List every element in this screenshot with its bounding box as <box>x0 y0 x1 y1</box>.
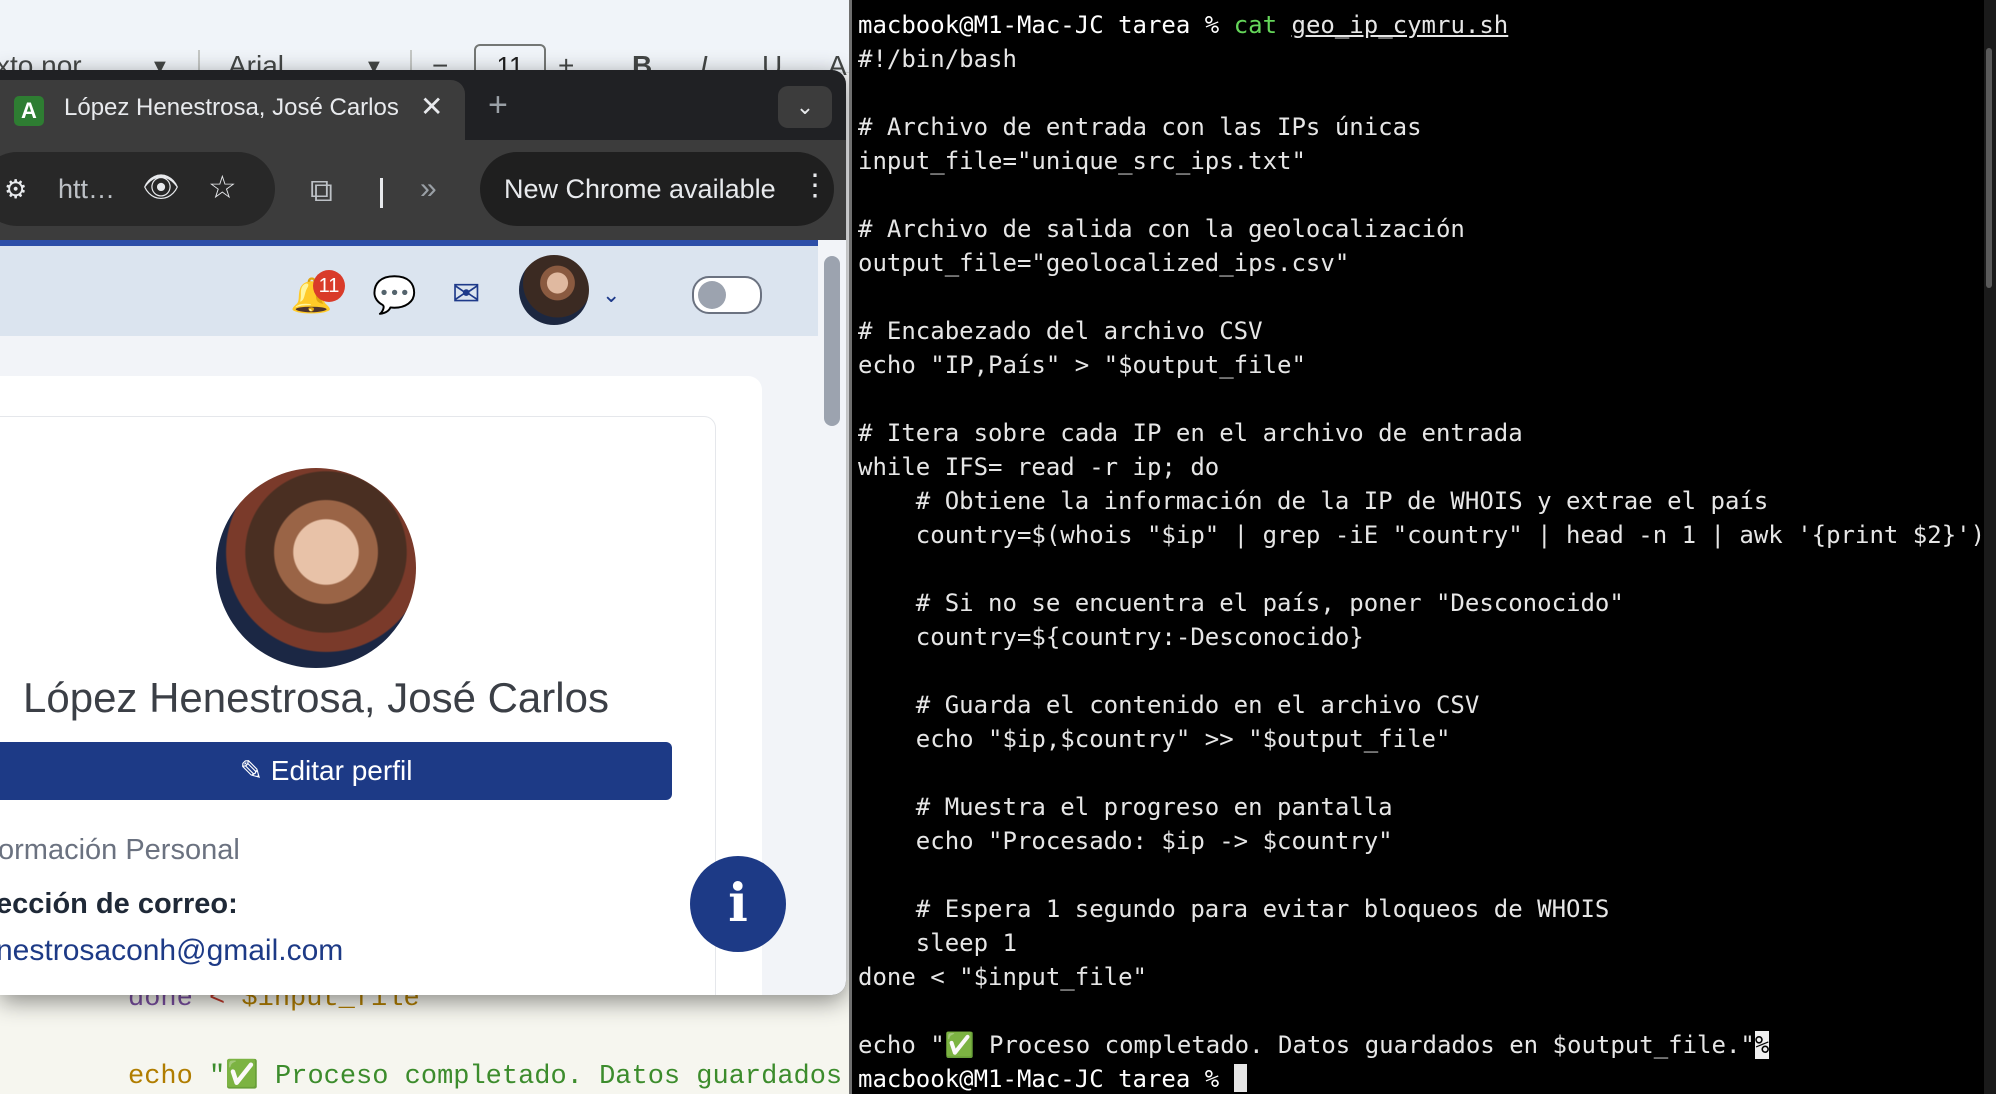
terminal-line: echo "IP,País" > "$output_file" <box>858 351 1306 379</box>
terminal-line: done < "$input_file" <box>858 963 1147 991</box>
command-argument[interactable]: geo_ip_cymru.sh <box>1292 11 1509 39</box>
favicon-icon: A <box>14 96 44 126</box>
terminal-line: echo "Procesado: $ip -> $country" <box>858 827 1393 855</box>
notification-badge: 11 <box>313 270 345 302</box>
terminal-line: # Archivo de entrada con las IPs únicas <box>858 113 1422 141</box>
new-tab-button[interactable]: + <box>488 88 508 122</box>
chrome-update-button[interactable]: New Chrome available ⋮ <box>480 152 834 226</box>
terminal-cursor <box>1233 1064 1247 1092</box>
terminal-line: sleep 1 <box>858 929 1017 957</box>
url-text[interactable]: htt… <box>58 174 115 205</box>
terminal-line: # Itera sobre cada IP en el archivo de e… <box>858 419 1523 447</box>
terminal-line: # Muestra el progreso en pantalla <box>858 793 1393 821</box>
script-content: #!/bin/bash # Archivo de entrada con las… <box>858 45 1985 1059</box>
eof-marker: % <box>1754 1031 1770 1059</box>
shell-prompt: macbook@M1-Mac-JC tarea % <box>858 11 1220 39</box>
email-label: ección de correo: <box>0 888 238 920</box>
address-bar[interactable]: ⚙ htt… 👁 ☆ <box>0 152 275 226</box>
theme-toggle[interactable] <box>692 276 762 314</box>
site-navbar: 🔔 11 💬 ✉ ⌄ <box>0 246 818 336</box>
page-scrollbar[interactable] <box>824 256 840 426</box>
terminal-scrollbar-thumb[interactable] <box>1986 48 1992 288</box>
info-button[interactable]: i <box>690 856 786 952</box>
terminal-output: macbook@M1-Mac-JC tarea % cat geo_ip_cym… <box>858 8 1985 1094</box>
code-line: echo "✅ Proceso completado. Datos guarda… <box>128 1062 843 1092</box>
terminal-line: # Archivo de salida con la geolocalizaci… <box>858 215 1465 243</box>
tab-search-button[interactable]: ⌄ <box>778 86 832 128</box>
shell-prompt: macbook@M1-Mac-JC tarea % <box>858 1065 1234 1093</box>
terminal-line: # Encabezado del archivo CSV <box>858 317 1263 345</box>
terminal-line: echo "✅ Proceso completado. Datos guarda… <box>858 1031 1755 1059</box>
more-extensions-icon[interactable]: » <box>420 172 437 206</box>
terminal-line: country=${country:-Desconocido} <box>858 623 1364 651</box>
terminal-line: # Obtiene la información de la IP de WHO… <box>858 487 1769 515</box>
chevron-down-icon[interactable]: ⌄ <box>602 282 620 308</box>
toggle-knob <box>698 281 726 309</box>
bookmark-star-icon[interactable]: ☆ <box>208 168 237 206</box>
terminal-line: # Si no se encuentra el país, poner "Des… <box>858 589 1624 617</box>
extensions-icon[interactable]: ⧉ <box>310 172 333 210</box>
close-icon[interactable]: ✕ <box>420 90 443 123</box>
terminal-line: # Guarda el contenido en el archivo CSV <box>858 691 1480 719</box>
terminal-line: macbook@M1-Mac-JC tarea % cat geo_ip_cym… <box>858 11 1508 39</box>
command-name: cat <box>1233 11 1278 39</box>
web-page: 🔔 11 💬 ✉ ⌄ López Henestrosa, José Carlos… <box>0 240 846 995</box>
edit-profile-button[interactable]: ✎ Editar perfil <box>0 742 672 800</box>
mail-icon[interactable]: ✉ <box>452 274 481 314</box>
profile-name: López Henestrosa, José Carlos <box>23 674 609 721</box>
terminal-window[interactable]: macbook@M1-Mac-JC tarea % cat geo_ip_cym… <box>849 0 1996 1094</box>
profile-photo <box>216 468 416 668</box>
terminal-line: # Espera 1 segundo para evitar bloqueos … <box>858 895 1610 923</box>
browser-toolbar: ⚙ htt… 👁 ☆ ⧉ » New Chrome available ⋮ <box>0 140 846 240</box>
site-settings-icon[interactable]: ⚙ <box>4 174 27 205</box>
terminal-line: output_file="geolocalized_ips.csv" <box>858 249 1350 277</box>
terminal-line: while IFS= read -r ip; do <box>858 453 1220 481</box>
browser-tab[interactable]: A López Henestrosa, José Carlos ✕ <box>0 80 465 140</box>
chat-icon[interactable]: 💬 <box>372 274 417 316</box>
docs-code-block: done < $input_file echo "✅ Proceso compl… <box>0 980 850 1094</box>
toolbar-divider <box>380 178 383 208</box>
terminal-line: echo "$ip,$country" >> "$output_file" <box>858 725 1451 753</box>
terminal-line: input_file="unique_src_ips.txt" <box>858 147 1306 175</box>
email-value[interactable]: nestrosaconh@gmail.com <box>0 934 343 968</box>
docs-toolbar: xto nor ▼ Arial ▼ − 11 + B I U A <box>0 0 850 88</box>
terminal-line: country=$(whois "$ip" | grep -iE "countr… <box>858 521 1986 549</box>
update-label: New Chrome available <box>504 174 776 204</box>
tab-title: López Henestrosa, José Carlos <box>64 94 399 121</box>
eye-icon[interactable]: 👁 <box>142 170 180 205</box>
window-divider <box>849 0 852 1094</box>
terminal-line: #!/bin/bash <box>858 45 1017 73</box>
section-title: ormación Personal <box>0 834 240 866</box>
chrome-window: A López Henestrosa, José Carlos ✕ + ⌄ ⚙ … <box>0 70 846 995</box>
avatar[interactable] <box>519 255 589 325</box>
kebab-menu-icon[interactable]: ⋮ <box>800 168 830 203</box>
